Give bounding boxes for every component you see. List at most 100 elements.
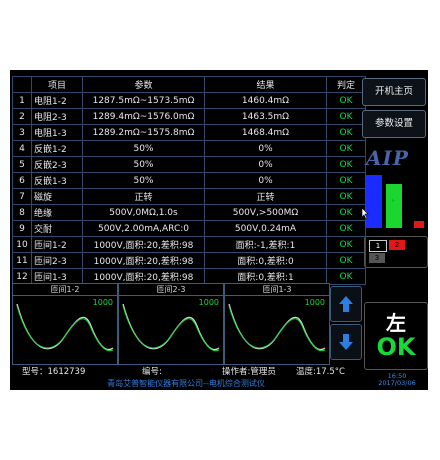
waveform-graph: [122, 303, 220, 352]
row-item: 反嵌1-2: [31, 140, 83, 157]
row-result: 500V,>500MΩ: [204, 204, 327, 221]
row-item: 匝间1-2: [31, 236, 83, 253]
row-result: 面积:0,差积:0: [204, 252, 327, 269]
row-item: 反嵌2-3: [31, 156, 83, 173]
operator: 操作者:管理员: [222, 367, 276, 377]
arrow-down-icon: [339, 334, 353, 350]
clock-date: 2017/03/06: [378, 379, 416, 387]
table-row: 9 交耐 500V,2.00mA,ARC:0 500V,0.24mA OK: [12, 220, 366, 237]
row-result: 0%: [204, 156, 327, 173]
row-index: 2: [12, 108, 32, 125]
row-item: 电阻2-3: [31, 108, 83, 125]
row-judge: OK: [326, 236, 366, 253]
row-result: 1463.5mΩ: [204, 108, 327, 125]
final-result: OK: [376, 333, 416, 361]
row-judge: OK: [326, 108, 366, 125]
row-param: 50%: [82, 172, 205, 189]
header-result: 结果: [204, 76, 327, 93]
table-row: 7 磁旋 正转 正转 OK: [12, 188, 366, 205]
row-index: 9: [12, 220, 32, 237]
temperature: 温度:17.5°C: [296, 367, 345, 377]
table-row: 3 电阻1-3 1289.2mΩ~1575.8mΩ 1468.4mΩ OK: [12, 124, 366, 141]
bar-marker-icon: ›: [392, 198, 394, 204]
clock: 16:50 2017/03/06: [368, 373, 426, 387]
header-judge: 判定: [326, 76, 366, 93]
company-footer: 青岛艾普智能仪器有限公司--电机综合测试仪: [107, 379, 265, 388]
row-param: 1289.2mΩ~1575.8mΩ: [82, 124, 205, 141]
table-row: 5 反嵌2-3 50% 0% OK: [12, 156, 366, 173]
bar-green: [386, 184, 402, 228]
row-result: 0%: [204, 172, 327, 189]
row-judge: OK: [326, 204, 366, 221]
arrow-up-icon: [339, 296, 353, 312]
row-index: 8: [12, 204, 32, 221]
waveform-panel-2-3: 匝间2-3 1000: [118, 283, 224, 365]
bar-blue: [366, 175, 382, 228]
waveform-graph: [16, 303, 114, 352]
row-param: 50%: [82, 140, 205, 157]
table-row: 4 反嵌1-2 50% 0% OK: [12, 140, 366, 157]
row-param: 1000V,面积:20,差积:98: [82, 236, 205, 253]
row-result: 1468.4mΩ: [204, 124, 327, 141]
final-result-box: 左 OK: [364, 302, 428, 370]
header-index: [12, 76, 32, 93]
table-row: 2 电阻2-3 1289.4mΩ~1576.0mΩ 1463.5mΩ OK: [12, 108, 366, 125]
row-param: 1289.4mΩ~1576.0mΩ: [82, 108, 205, 125]
row-index: 10: [12, 236, 32, 253]
scroll-down-button[interactable]: [330, 324, 362, 360]
row-index: 3: [12, 124, 32, 141]
legend-1: 1: [369, 240, 387, 252]
row-judge: OK: [326, 156, 366, 173]
header-item: 项目: [31, 76, 83, 93]
row-judge: OK: [326, 188, 366, 205]
row-index: 5: [12, 156, 32, 173]
row-param: 正转: [82, 188, 205, 205]
channel-legend: 1 2 3: [364, 236, 428, 268]
table-header-row: 项目 参数 结果 判定: [12, 76, 366, 93]
row-index: 4: [12, 140, 32, 157]
row-item: 交耐: [31, 220, 83, 237]
row-judge: OK: [326, 124, 366, 141]
home-button[interactable]: 开机主页: [362, 78, 426, 106]
row-param: 500V,2.00mA,ARC:0: [82, 220, 205, 237]
waveform-graph: [228, 303, 326, 352]
status-bar: 型号：1612739 编号: 操作者:管理员 温度:17.5°C: [12, 365, 364, 377]
row-item: 反嵌1-3: [31, 172, 83, 189]
table-row: 8 绝缘 500V,0MΩ,1.0s 500V,>500MΩ OK: [12, 204, 366, 221]
row-param: 500V,0MΩ,1.0s: [82, 204, 205, 221]
row-judge: OK: [326, 140, 366, 157]
row-judge: OK: [326, 220, 366, 237]
table-row: 10 匝间1-2 1000V,面积:20,差积:98 面积:-1,差积:1 OK: [12, 236, 366, 253]
aip-logo: AIP: [366, 146, 409, 170]
row-judge: OK: [326, 92, 366, 109]
scroll-up-button[interactable]: [330, 286, 362, 322]
waveform-label: 匝间1-3: [225, 284, 329, 296]
legend-3: 3: [369, 253, 385, 263]
serial-number: 编号:: [142, 367, 162, 377]
table-row: 11 匝间2-3 1000V,面积:20,差积:98 面积:0,差积:0 OK: [12, 252, 366, 269]
direction-label: 左: [386, 311, 406, 335]
table-body: 1 电阻1-2 1287.5mΩ~1573.5mΩ 1460.4mΩ OK 2 电阻2-3 1…: [12, 92, 366, 285]
row-judge: OK: [326, 252, 366, 269]
row-item: 磁旋: [31, 188, 83, 205]
tester-screen: 项目 参数 结果 判定 1 电阻1-2 1287.5mΩ~1573.5mΩ 1460.…: [10, 70, 428, 390]
header-param: 参数: [82, 76, 205, 93]
row-item: 匝间2-3: [31, 252, 83, 269]
row-param: 1287.5mΩ~1573.5mΩ: [82, 92, 205, 109]
settings-button[interactable]: 参数设置: [362, 110, 426, 138]
waveform-panel-1-2: 匝间1-2 1000: [12, 283, 118, 365]
waveform-panel-1-3: 匝间1-3 1000: [224, 283, 330, 365]
legend-2: 2: [389, 240, 405, 250]
row-index: 1: [12, 92, 32, 109]
model-number: 型号：1612739: [22, 367, 86, 377]
row-index: 6: [12, 172, 32, 189]
row-item: 电阻1-3: [31, 124, 83, 141]
row-result: 0%: [204, 140, 327, 157]
results-table: 项目 参数 结果 判定 1 电阻1-2 1287.5mΩ~1573.5mΩ 1460.…: [12, 76, 366, 285]
row-judge: OK: [326, 172, 366, 189]
row-param: 50%: [82, 156, 205, 173]
row-item: 电阻1-2: [31, 92, 83, 109]
table-row: 6 反嵌1-3 50% 0% OK: [12, 172, 366, 189]
waveform-label: 匝间2-3: [119, 284, 223, 296]
level-bars: ›: [366, 175, 424, 228]
